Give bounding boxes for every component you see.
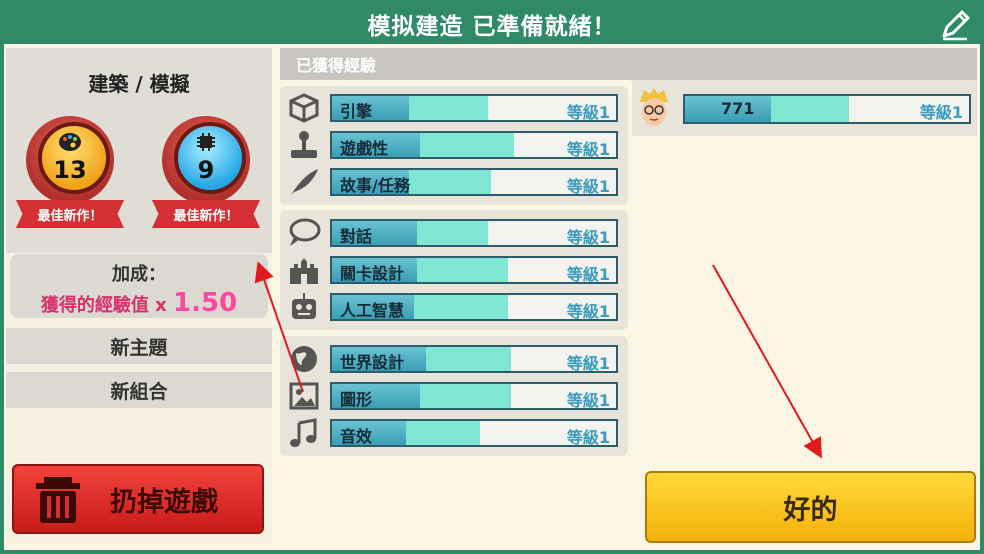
skill-row-level-design: 關卡設計 等級1 bbox=[286, 254, 620, 286]
experience-group-1: 引擎 等級1 遊戲性 等級1 故事/任務 等級1 bbox=[280, 86, 628, 205]
quill-icon bbox=[291, 169, 318, 195]
globe-icon bbox=[291, 346, 317, 372]
skill-bar-gain bbox=[417, 221, 489, 245]
robot-icon bbox=[292, 293, 316, 319]
skill-bar-gain bbox=[414, 295, 509, 319]
skill-bar: 圖形 等級1 bbox=[330, 382, 618, 410]
skill-label: 圖形 bbox=[340, 390, 373, 409]
castle-icon bbox=[290, 258, 318, 284]
skill-level: 等級1 bbox=[566, 354, 610, 373]
skill-row-gameplay: 遊戲性 等級1 bbox=[286, 129, 620, 161]
bonus-multiplier: 1.50 bbox=[173, 288, 238, 318]
music-note-icon bbox=[290, 418, 317, 447]
pencil-icon[interactable] bbox=[938, 8, 972, 42]
skill-level: 等級1 bbox=[566, 103, 610, 122]
engine-icon bbox=[289, 93, 319, 123]
left-header-area: 建築 / 模擬 13 最佳新作！ 9 最佳新作！ bbox=[6, 48, 272, 253]
dialog-title-bar: 模拟建造 已準備就緒！ bbox=[4, 4, 980, 44]
experience-group-3: 世界設計 等級1 圖形 等級1 音效 等級1 bbox=[280, 336, 628, 456]
skill-bar: 人工智慧 等級1 bbox=[330, 293, 618, 321]
skill-bar-gain bbox=[408, 96, 489, 120]
bonus-mult-sign: x bbox=[155, 295, 167, 316]
staff-avatar-icon bbox=[640, 88, 668, 126]
skill-row-ai: 人工智慧 等級1 bbox=[286, 291, 620, 323]
badge-score: 13 bbox=[53, 156, 87, 184]
skill-bar-gain bbox=[405, 421, 480, 445]
skill-bar: 音效 等級1 bbox=[330, 419, 618, 447]
dialog-title: 模拟建造 已準備就緒！ bbox=[367, 14, 617, 40]
skill-row-dialogue: 對話 等級1 bbox=[286, 217, 620, 249]
badge-ribbon: 最佳新作！ bbox=[16, 200, 124, 228]
skill-label: 世界設計 bbox=[340, 353, 405, 372]
skill-row-sound: 音效 等級1 bbox=[286, 417, 620, 449]
skill-bar-gain bbox=[417, 258, 509, 282]
skill-level: 等級1 bbox=[566, 228, 610, 247]
staff-xp-bar: 771 等級1 bbox=[683, 94, 971, 124]
ok-button[interactable]: 好的 bbox=[645, 471, 976, 543]
skill-bar-gain bbox=[420, 384, 511, 408]
skill-label: 引擎 bbox=[340, 102, 373, 121]
skill-row-graphics: 圖形 等級1 bbox=[286, 380, 620, 412]
trash-game-button[interactable]: 扔掉遊戲 bbox=[12, 464, 264, 534]
picture-icon bbox=[289, 382, 319, 410]
staff-xp-gain bbox=[771, 96, 849, 122]
skill-row-engine: 引擎 等級1 bbox=[286, 92, 620, 124]
bonus-box: 加成： 獲得的經驗值 x 1.50 bbox=[10, 254, 268, 318]
skill-level: 等級1 bbox=[566, 140, 610, 159]
skill-level: 等級1 bbox=[566, 302, 610, 321]
left-panel-title: 建築 / 模擬 bbox=[88, 72, 190, 96]
skill-bar: 關卡設計 等級1 bbox=[330, 256, 618, 284]
skill-row-story: 故事/任務 等級1 bbox=[286, 166, 620, 198]
staff-xp-value: 771 bbox=[721, 99, 755, 118]
skill-bar: 對話 等級1 bbox=[330, 219, 618, 247]
score-badge-orange: 13 最佳新作！ bbox=[16, 116, 124, 236]
staff-level: 等級1 bbox=[919, 103, 963, 122]
skill-label: 關卡設計 bbox=[340, 264, 405, 283]
skill-bar-gain bbox=[408, 170, 492, 194]
trash-icon bbox=[36, 477, 80, 523]
skill-label: 音效 bbox=[340, 427, 373, 446]
skill-label: 遊戲性 bbox=[340, 139, 389, 158]
joystick-icon bbox=[291, 131, 317, 158]
skill-bar: 世界設計 等級1 bbox=[330, 345, 618, 373]
experience-group-2: 對話 等級1 關卡設計 等級1 人工智慧 等級1 bbox=[280, 210, 628, 330]
skill-level: 等級1 bbox=[566, 265, 610, 284]
chip-icon bbox=[197, 133, 215, 151]
skill-bar-gain bbox=[425, 347, 511, 371]
badge-ribbon: 最佳新作！ bbox=[152, 200, 260, 228]
skill-bar-gain bbox=[420, 133, 514, 157]
new-combo-row: 新組合 bbox=[6, 372, 272, 408]
left-panel: 建築 / 模擬 13 最佳新作！ 9 最佳新作！ 加成： 獲得的經驗值 x 1.… bbox=[6, 48, 272, 544]
skill-level: 等級1 bbox=[566, 428, 610, 447]
skill-bar: 故事/任務 等級1 bbox=[330, 168, 618, 196]
score-badge-blue: 9 最佳新作！ bbox=[152, 116, 260, 236]
bonus-text: 獲得的經驗值 bbox=[40, 295, 149, 316]
badge-score: 9 bbox=[197, 156, 215, 184]
bonus-label: 加成： bbox=[112, 264, 166, 285]
speech-bubble-icon bbox=[289, 218, 321, 246]
palette-icon bbox=[59, 133, 81, 151]
skill-bar: 遊戲性 等級1 bbox=[330, 131, 618, 159]
trash-button-label: 扔掉遊戲 bbox=[110, 486, 218, 518]
skill-bar: 引擎 等級1 bbox=[330, 94, 618, 122]
skill-level: 等級1 bbox=[566, 391, 610, 410]
bonus-line: 獲得的經驗值 x 1.50 bbox=[10, 288, 268, 318]
skill-level: 等級1 bbox=[566, 177, 610, 196]
new-topic-row: 新主題 bbox=[6, 328, 272, 364]
skill-label: 對話 bbox=[340, 227, 373, 246]
skill-label: 故事/任務 bbox=[340, 176, 410, 195]
skill-row-world-design: 世界設計 等級1 bbox=[286, 343, 620, 375]
skill-label: 人工智慧 bbox=[340, 301, 405, 320]
experience-header: 已獲得經驗 bbox=[280, 48, 977, 80]
